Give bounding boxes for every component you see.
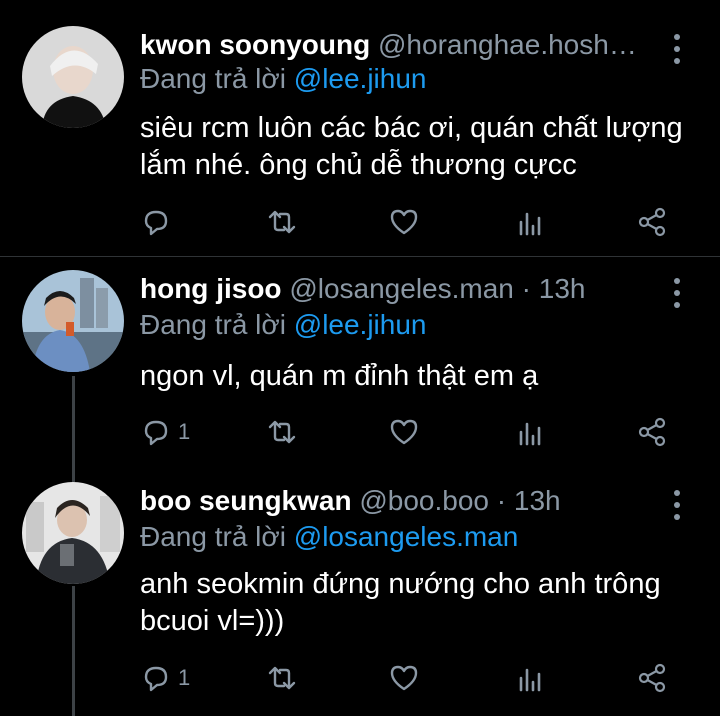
mention-link[interactable]: @losangeles.man (294, 521, 519, 552)
reply-icon (144, 666, 168, 692)
avatar[interactable] (22, 270, 124, 372)
analytics-button[interactable] (514, 658, 546, 698)
avatar[interactable] (22, 26, 124, 128)
share-button[interactable] (636, 412, 668, 452)
more-icon[interactable] (672, 34, 682, 64)
analytics-button[interactable] (514, 412, 546, 452)
like-icon (390, 419, 418, 445)
mention-link[interactable]: @lee.jihun (294, 63, 427, 94)
action-bar: 1 (0, 658, 720, 698)
reply-icon (144, 210, 168, 236)
retweet-button[interactable] (266, 412, 298, 452)
tweet-header: kwon soonyoung @horanghae.hosh… (140, 28, 670, 62)
reply-button[interactable] (140, 202, 178, 242)
share-button[interactable] (636, 658, 668, 698)
replying-to: Đang trả lời @losangeles.man (140, 520, 518, 554)
action-bar: 1 (0, 412, 720, 452)
like-button[interactable] (388, 412, 420, 452)
tweet-text: siêu rcm luôn các bác ơi, quán chất lượn… (140, 112, 683, 181)
more-icon[interactable] (672, 490, 682, 520)
replying-to-label: Đang trả lời (140, 63, 286, 94)
reply-button[interactable]: 1 (140, 658, 190, 698)
tweet-header: hong jisoo @losangeles.man · 13h (140, 272, 670, 306)
replying-to-label: Đang trả lời (140, 521, 286, 552)
handle[interactable]: @horanghae.hosh… (378, 29, 637, 60)
retweet-icon (268, 420, 296, 444)
analytics-icon (519, 422, 541, 446)
tweet-text: anh seokmin đứng nướng cho anh trông bcu… (140, 568, 661, 637)
retweet-icon (268, 210, 296, 234)
tweet-1[interactable]: kwon soonyoung @horanghae.hosh… Đang trả… (0, 0, 720, 256)
like-button[interactable] (388, 658, 420, 698)
share-icon (638, 417, 666, 447)
mention-link[interactable]: @lee.jihun (294, 309, 427, 340)
share-icon (638, 663, 666, 693)
retweet-button[interactable] (266, 658, 298, 698)
reply-count: 1 (178, 665, 191, 690)
tweet-text: ngon vl, quán m đỉnh thật em ạ (140, 360, 539, 392)
replying-to: Đang trả lời @lee.jihun (140, 62, 427, 96)
avatar[interactable] (22, 482, 124, 584)
reply-button[interactable]: 1 (140, 412, 190, 452)
display-name[interactable]: kwon soonyoung (140, 29, 370, 60)
like-icon (390, 665, 418, 691)
analytics-button[interactable] (514, 202, 546, 242)
like-button[interactable] (388, 202, 420, 242)
reply-icon (144, 420, 168, 446)
more-icon[interactable] (672, 278, 682, 308)
display-name[interactable]: hong jisoo (140, 273, 282, 304)
analytics-icon (519, 212, 541, 236)
handle[interactable]: @losangeles.man · 13h (289, 273, 585, 304)
share-icon (638, 207, 666, 237)
analytics-icon (519, 668, 541, 692)
replying-to-label: Đang trả lời (140, 309, 286, 340)
share-button[interactable] (636, 202, 668, 242)
tweet-2[interactable]: hong jisoo @losangeles.man · 13h Đang tr… (0, 256, 720, 470)
replying-to: Đang trả lời @lee.jihun (140, 308, 427, 342)
retweet-button[interactable] (266, 202, 298, 242)
like-icon (390, 209, 418, 235)
display-name[interactable]: boo seungkwan (140, 485, 352, 516)
handle[interactable]: @boo.boo · 13h (359, 485, 560, 516)
retweet-icon (268, 666, 296, 690)
reply-count: 1 (178, 419, 191, 444)
tweet-header: boo seungkwan @boo.boo · 13h (140, 484, 670, 518)
tweet-3[interactable]: boo seungkwan @boo.boo · 13h Đang trả lờ… (0, 470, 720, 716)
action-bar (0, 202, 720, 242)
